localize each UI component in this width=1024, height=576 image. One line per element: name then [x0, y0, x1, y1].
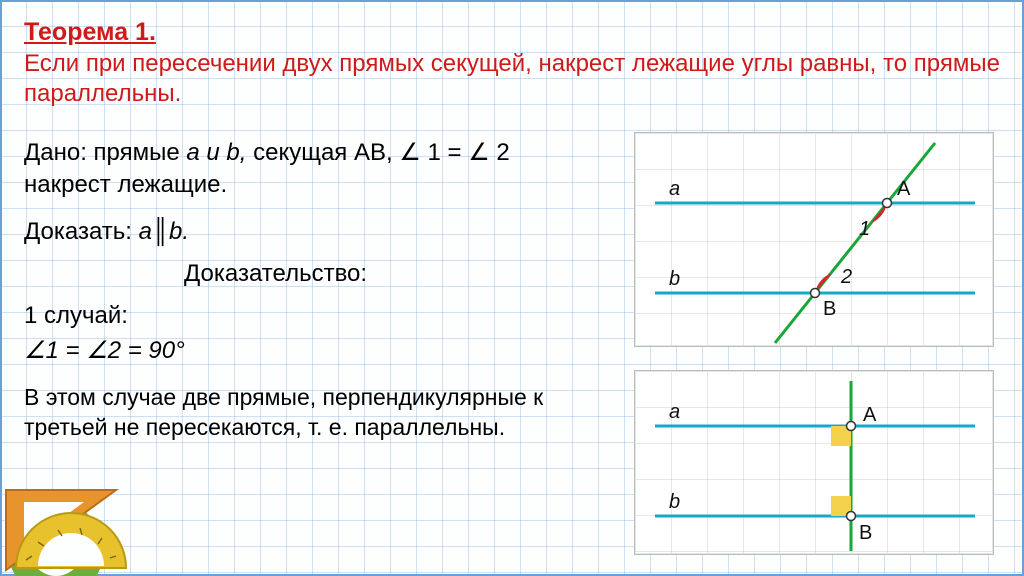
diag2-label-a: a — [669, 401, 680, 423]
diag1-label-b: b — [669, 268, 680, 290]
given-prefix: Дано: прямые — [24, 139, 186, 166]
diag2-label-B: B — [859, 522, 872, 544]
theorem-title: Теорема 1. — [24, 18, 1000, 47]
diag1-label-B: B — [823, 298, 836, 320]
theorem-statement: Если при пересечении двух прямых секущей… — [24, 49, 1000, 109]
given-block: Дано: прямые a и b, секущая АВ, ∠ 1 = ∠ … — [24, 137, 584, 202]
geometry-tools-icon — [0, 430, 206, 576]
diag1-angle-2: 2 — [840, 266, 852, 288]
diag2-label-A: A — [863, 404, 877, 426]
diag1-label-a: a — [669, 178, 680, 200]
diagram-2: a b A B — [634, 370, 994, 555]
given-secant: секущая АВ, — [246, 139, 399, 166]
diagram-2-svg: a b A B — [635, 371, 995, 556]
diagram-1-svg: a b A B 1 2 — [635, 133, 995, 348]
given-lines: a и b, — [186, 139, 246, 166]
prove-prefix: Доказать: — [24, 218, 139, 245]
diagram-1: a b A B 1 2 — [634, 132, 994, 347]
diag1-angle-1: 1 — [859, 218, 870, 240]
diag2-label-b: b — [669, 491, 680, 513]
prove-relation: a║b. — [139, 218, 189, 245]
diag1-label-A: A — [897, 178, 911, 200]
